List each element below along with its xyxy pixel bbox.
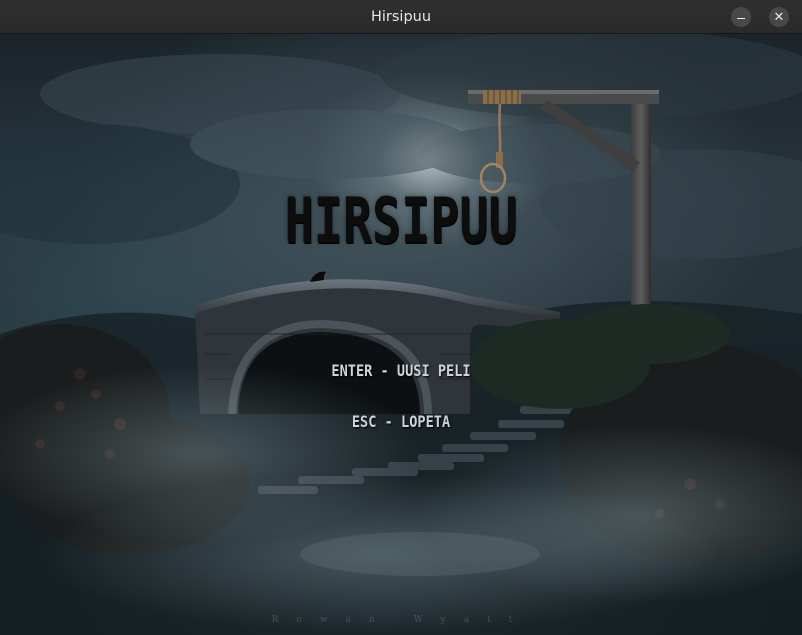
new-game-option[interactable]: ENTER - UUSI PELI — [60, 361, 742, 380]
close-button[interactable]: ✕ — [769, 7, 789, 27]
minimize-icon — [737, 17, 745, 20]
window-title: Hirsipuu — [370, 9, 432, 25]
quit-option[interactable]: ESC - LOPETA — [60, 412, 742, 431]
game-canvas[interactable]: HIRSIPUU ENTER - UUSI PELI ESC - LOPETA … — [0, 34, 802, 635]
window-titlebar[interactable]: Hirsipuu ✕ — [0, 0, 802, 34]
app-window: Hirsipuu ✕ HIRSIPUU ENTER - UUSI PELI ES… — [0, 0, 802, 635]
artist-signature: Rowan Wyatt — [271, 615, 531, 625]
minimize-button[interactable] — [731, 7, 751, 27]
background-illustration — [0, 34, 802, 635]
game-title: HIRSIPUU — [284, 184, 518, 257]
close-icon: ✕ — [773, 9, 785, 25]
